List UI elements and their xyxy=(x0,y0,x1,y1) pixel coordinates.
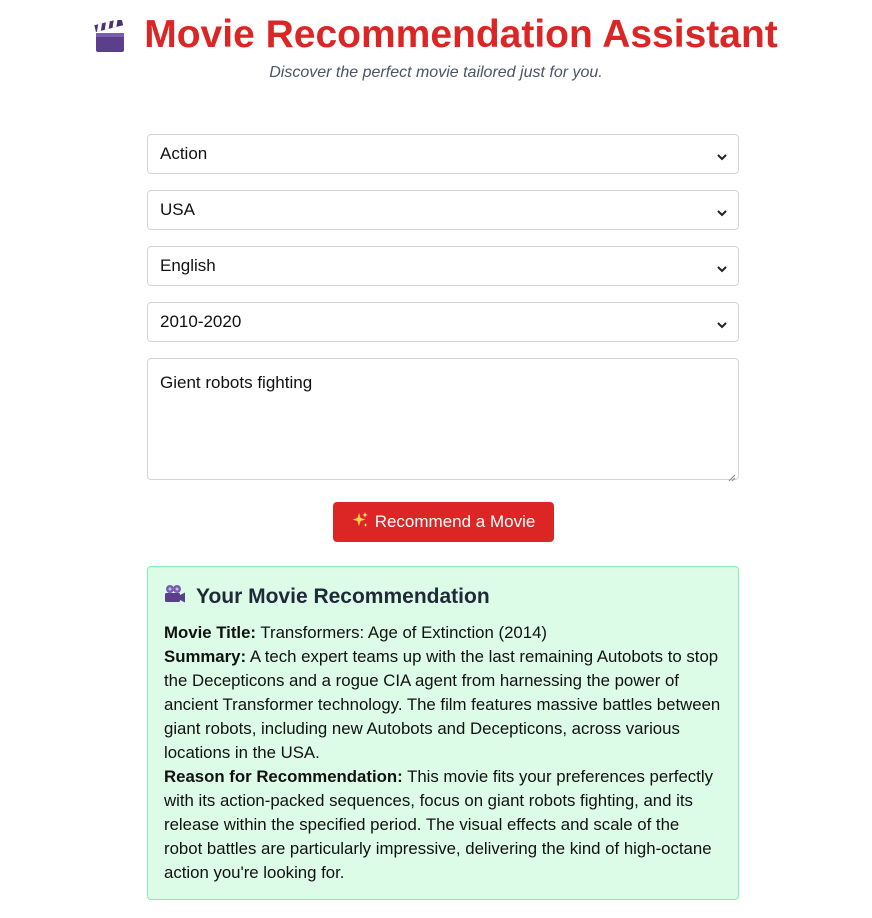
recommend-button[interactable]: Recommend a Movie xyxy=(332,502,554,542)
movie-title-line: Movie Title: Transformers: Age of Extinc… xyxy=(164,621,722,645)
sparkles-icon xyxy=(351,511,369,534)
movie-title-value: Transformers: Age of Extinction (2014) xyxy=(260,623,548,642)
page-subtitle: Discover the perfect movie tailored just… xyxy=(269,64,603,81)
reason-label: Reason for Recommendation: xyxy=(164,767,403,786)
movie-camera-icon xyxy=(164,584,186,610)
recommend-button-label: Recommend a Movie xyxy=(374,512,536,531)
language-select-value: English xyxy=(160,256,216,275)
period-select-value: 2010-2020 xyxy=(160,312,242,331)
title-row: Movie Recommendation Assistant xyxy=(0,12,872,58)
summary-line: Summary: A tech expert teams up with the… xyxy=(164,645,722,765)
movie-title-label: Movie Title: xyxy=(164,623,257,642)
chevron-down-icon xyxy=(716,148,728,161)
summary-label: Summary: xyxy=(164,647,247,666)
country-select-value: USA xyxy=(160,200,195,219)
description-text: Gient robots fighting xyxy=(160,373,313,392)
chevron-down-icon xyxy=(716,204,728,217)
page-title: Movie Recommendation Assistant xyxy=(144,13,778,56)
recommendation-header: Your Movie Recommendation xyxy=(164,583,722,611)
header: Movie Recommendation Assistant Discover … xyxy=(0,12,872,82)
summary-value: A tech expert teams up with the last rem… xyxy=(164,647,721,762)
button-row: Recommend a Movie xyxy=(147,502,739,542)
recommendation-card: Your Movie Recommendation Movie Title: T… xyxy=(147,566,739,900)
reason-line: Reason for Recommendation: This movie fi… xyxy=(164,765,722,885)
chevron-down-icon xyxy=(716,316,728,329)
description-textarea[interactable]: Gient robots fighting xyxy=(147,358,739,482)
chevron-down-icon xyxy=(716,260,728,273)
clapperboard-icon xyxy=(94,18,126,54)
recommendation-heading: Your Movie Recommendation xyxy=(196,585,490,608)
language-select[interactable]: English xyxy=(147,246,739,286)
recommendation-form: Action USA English 2010-2020 Gient robot… xyxy=(147,134,739,542)
genre-select-value: Action xyxy=(160,144,208,163)
period-select[interactable]: 2010-2020 xyxy=(147,302,739,342)
genre-select[interactable]: Action xyxy=(147,134,739,174)
resize-handle-icon[interactable] xyxy=(726,467,736,482)
recommendation-body: Movie Title: Transformers: Age of Extinc… xyxy=(164,621,722,885)
country-select[interactable]: USA xyxy=(147,190,739,230)
